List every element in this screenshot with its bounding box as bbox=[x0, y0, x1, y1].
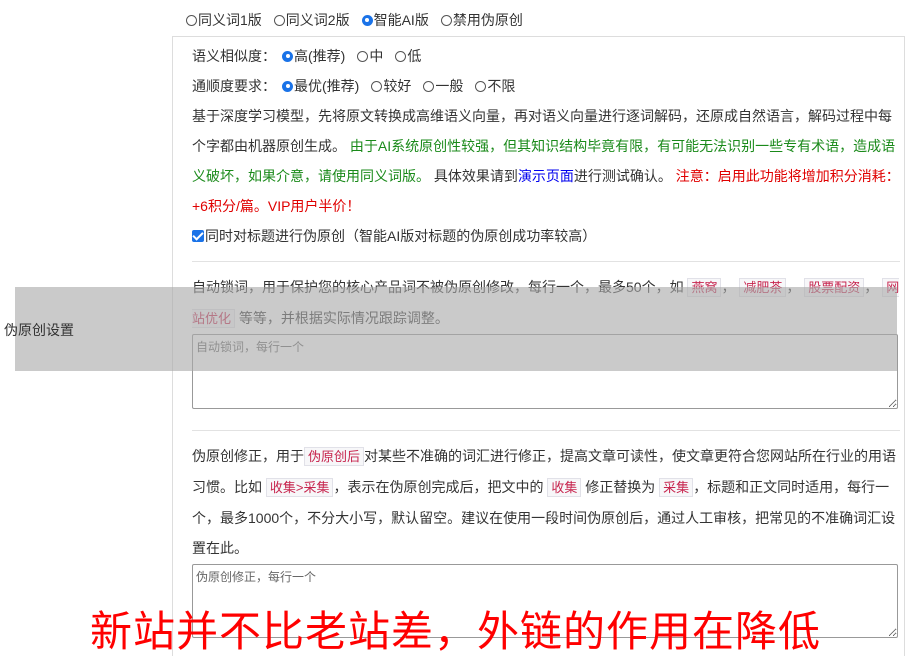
radio-icon[interactable] bbox=[475, 80, 487, 92]
fluency-option-unlimited[interactable]: 不限 bbox=[475, 76, 515, 96]
example-tag: 减肥茶 bbox=[739, 278, 787, 297]
lock-words-text: 等等，并根据实际情况跟踪调整。 bbox=[238, 310, 449, 326]
example-tag: 收集>采集 bbox=[265, 478, 334, 497]
radio-icon[interactable] bbox=[423, 80, 435, 92]
lock-words-text: 自动锁词，用于保护您的核心产品词不被伪原创修改，每行一个，最多50个，如 bbox=[192, 279, 684, 295]
similarity-label: 语义相似度： bbox=[192, 48, 276, 64]
mode-option-label: 禁用伪原创 bbox=[452, 12, 523, 28]
example-tag: 燕窝 bbox=[687, 278, 722, 297]
divider bbox=[192, 430, 900, 431]
radio-icon[interactable] bbox=[440, 14, 452, 26]
description-text: 具体效果请到 bbox=[433, 168, 518, 184]
radio-selected-icon[interactable] bbox=[282, 50, 293, 62]
radio-icon[interactable] bbox=[273, 14, 285, 26]
mode-option-label: 同义词1版 bbox=[198, 12, 262, 28]
mode-option-synonym-v2[interactable]: 同义词2版 bbox=[273, 10, 350, 30]
option-label: 最优(推荐) bbox=[294, 78, 360, 94]
fluency-option-best[interactable]: 最优(推荐) bbox=[282, 76, 359, 96]
lock-words-description: 自动锁词，用于保护您的核心产品词不被伪原创修改，每行一个，最多50个，如 燕窝，… bbox=[192, 278, 900, 328]
radio-icon[interactable] bbox=[186, 14, 197, 26]
option-label: 一般 bbox=[435, 78, 464, 94]
mode-option-ai[interactable]: 智能AI版 bbox=[361, 10, 429, 30]
pseudo-original-mode-selector: 同义词1版 同义词2版 智能AI版 禁用伪原创 bbox=[186, 10, 535, 30]
fluency-option-normal[interactable]: 一般 bbox=[423, 76, 463, 96]
section-label: 伪原创设置 bbox=[4, 322, 74, 338]
option-label: 高(推荐) bbox=[294, 48, 346, 64]
title-rewrite-checkbox-row[interactable]: 同时对标题进行伪原创（智能AI版对标题的伪原创成功率较高） bbox=[192, 225, 596, 247]
example-tag: 采集 bbox=[659, 478, 694, 497]
similarity-option-high[interactable]: 高(推荐) bbox=[282, 46, 345, 66]
example-tag: 伪原创后 bbox=[304, 447, 365, 466]
mode-option-disable[interactable]: 禁用伪原创 bbox=[440, 10, 523, 30]
mode-option-label: 智能AI版 bbox=[373, 12, 429, 28]
checkbox-checked-icon[interactable] bbox=[192, 230, 204, 242]
fluency-row: 通顺度要求： 最优(推荐) 较好 一般 不限 bbox=[192, 75, 527, 97]
title-rewrite-label: 同时对标题进行伪原创（智能AI版对标题的伪原创成功率较高） bbox=[205, 228, 597, 244]
fluency-label: 通顺度要求： bbox=[192, 78, 276, 94]
radio-icon[interactable] bbox=[371, 80, 383, 92]
lock-words-textarea[interactable] bbox=[192, 334, 898, 409]
demo-page-link[interactable]: 演示页面 bbox=[518, 168, 574, 184]
fluency-option-good[interactable]: 较好 bbox=[371, 76, 411, 96]
example-tag: 收集 bbox=[547, 478, 582, 497]
similarity-option-medium[interactable]: 中 bbox=[357, 46, 383, 66]
radio-selected-icon[interactable] bbox=[282, 80, 293, 92]
correction-text: 伪原创修正，用于 bbox=[192, 448, 304, 464]
option-label: 不限 bbox=[487, 78, 516, 94]
correction-description: 伪原创修正，用于 伪原创后 对某些不准确的词汇进行修正，提高文章可读性，使文章更符合… bbox=[192, 441, 900, 563]
option-label: 低 bbox=[407, 48, 422, 64]
example-tag: 股票配资 bbox=[804, 278, 865, 297]
mode-option-synonym-v1[interactable]: 同义词1版 bbox=[186, 10, 262, 30]
ai-mode-description: 基于深度学习模型，先将原文转换成高维语义向量，再对语义向量进行逐词解码，还原成自… bbox=[192, 101, 900, 221]
correction-text: 修正替换为 bbox=[585, 479, 656, 495]
similarity-row: 语义相似度： 高(推荐) 中 低 bbox=[192, 45, 433, 67]
description-text: 进行测试确认。 bbox=[573, 168, 672, 184]
similarity-option-low[interactable]: 低 bbox=[395, 46, 421, 66]
option-label: 较好 bbox=[383, 78, 412, 94]
radio-icon[interactable] bbox=[357, 50, 369, 62]
mode-option-label: 同义词2版 bbox=[285, 12, 350, 28]
red-caption-watermark: 新站并不比老站差，外链的作用在降低 bbox=[90, 607, 822, 656]
radio-icon[interactable] bbox=[395, 50, 407, 62]
option-label: 中 bbox=[369, 48, 384, 64]
divider bbox=[192, 261, 900, 262]
radio-selected-icon[interactable] bbox=[361, 14, 373, 26]
correction-text: ，表示在伪原创完成后，把文中的 bbox=[333, 479, 544, 495]
